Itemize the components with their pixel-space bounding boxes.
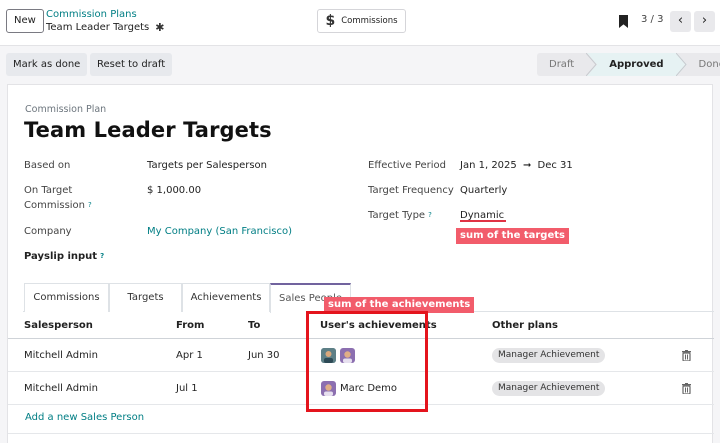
trash-icon[interactable] bbox=[682, 350, 691, 361]
effective-from-value[interactable]: Jan 1, 2025 bbox=[460, 160, 517, 171]
new-button[interactable]: New bbox=[6, 9, 44, 33]
cell-from: Apr 1 bbox=[176, 350, 203, 361]
target-frequency-value[interactable]: Quarterly bbox=[460, 183, 507, 198]
target-frequency-label: Target Frequency bbox=[368, 185, 454, 196]
action-bar: Mark as done Reset to draft Draft Approv… bbox=[0, 46, 720, 84]
record-overline: Commission Plan bbox=[25, 104, 107, 115]
target-type-highlight bbox=[460, 220, 506, 222]
cell-salesperson: Mitchell Admin bbox=[24, 383, 98, 394]
cell-salesperson: Mitchell Admin bbox=[24, 350, 98, 361]
effective-period-value[interactable]: Jan 1, 2025 ➞ Dec 31 bbox=[460, 158, 573, 173]
pager-next-button[interactable]: › bbox=[694, 11, 715, 32]
status-bar: Draft Approved Done bbox=[537, 53, 720, 76]
tab-targets[interactable]: Targets bbox=[109, 283, 182, 312]
based-on-label: Based on bbox=[24, 160, 71, 171]
column-from[interactable]: From bbox=[176, 313, 204, 339]
trash-icon[interactable] bbox=[682, 383, 691, 394]
commissions-smart-button[interactable]: $ Commissions bbox=[317, 9, 406, 33]
tab-commissions[interactable]: Commissions bbox=[24, 283, 109, 312]
payslip-input-label-text: Payslip input bbox=[24, 251, 98, 262]
target-type-label: Target Type? bbox=[368, 208, 432, 223]
column-salesperson[interactable]: Salesperson bbox=[24, 313, 93, 339]
on-target-label-line2: Commission bbox=[24, 200, 86, 211]
status-approved[interactable]: Approved bbox=[597, 53, 676, 76]
on-target-label-line1: On Target bbox=[24, 185, 73, 196]
target-type-label-text: Target Type bbox=[368, 210, 426, 221]
page-title[interactable]: Team Leader Targets bbox=[24, 118, 272, 142]
help-icon[interactable]: ? bbox=[428, 211, 432, 219]
status-draft[interactable]: Draft bbox=[537, 53, 587, 76]
status-separator bbox=[675, 53, 687, 76]
effective-period-label: Effective Period bbox=[368, 160, 446, 171]
achievements-highlight-box bbox=[306, 311, 428, 412]
annotation-targets: sum of the targets bbox=[456, 228, 569, 244]
gear-icon[interactable]: ✱ bbox=[155, 21, 164, 34]
bookmark-icon[interactable] bbox=[619, 15, 628, 28]
payslip-input-label: Payslip input? bbox=[24, 249, 104, 264]
commissions-smart-button-label: Commissions bbox=[341, 16, 398, 26]
column-to[interactable]: To bbox=[248, 313, 260, 339]
other-plan-tag[interactable]: Manager Achievement bbox=[492, 381, 606, 396]
help-icon[interactable]: ? bbox=[88, 201, 92, 209]
arrow-right-icon: ➞ bbox=[522, 160, 532, 171]
on-target-label: On Target Commission? bbox=[24, 183, 92, 213]
control-panel: New Commission Plans Team Leader Targets… bbox=[0, 0, 720, 46]
breadcrumb-current-label: Team Leader Targets bbox=[46, 22, 150, 33]
pager-value[interactable]: 3 / 3 bbox=[641, 14, 663, 25]
help-icon[interactable]: ? bbox=[100, 252, 104, 260]
on-target-value[interactable]: $ 1,000.00 bbox=[147, 183, 201, 198]
reset-to-draft-button[interactable]: Reset to draft bbox=[90, 53, 173, 76]
add-sales-person-link[interactable]: Add a new Sales Person bbox=[25, 412, 144, 423]
chevron-left-icon: ‹ bbox=[677, 13, 684, 28]
cell-to: Jun 30 bbox=[248, 350, 280, 361]
dollar-icon: $ bbox=[325, 13, 336, 29]
column-other-plans[interactable]: Other plans bbox=[492, 313, 558, 339]
chevron-right-icon: › bbox=[701, 13, 708, 28]
effective-to-value[interactable]: Dec 31 bbox=[538, 160, 573, 171]
based-on-value[interactable]: Targets per Salesperson bbox=[147, 158, 267, 173]
company-value[interactable]: My Company (San Francisco) bbox=[147, 224, 292, 239]
status-separator bbox=[586, 53, 598, 76]
cell-from: Jul 1 bbox=[176, 383, 198, 394]
other-plan-tag[interactable]: Manager Achievement bbox=[492, 348, 606, 363]
breadcrumb-parent-link[interactable]: Commission Plans bbox=[46, 9, 137, 21]
breadcrumb-current: Team Leader Targets ✱ bbox=[46, 21, 164, 34]
mark-as-done-button[interactable]: Mark as done bbox=[6, 53, 88, 76]
company-label: Company bbox=[24, 226, 72, 237]
status-done[interactable]: Done bbox=[686, 53, 720, 76]
pager-previous-button[interactable]: ‹ bbox=[670, 11, 691, 32]
table-footer-divider bbox=[8, 433, 714, 434]
tab-achievements[interactable]: Achievements bbox=[182, 283, 270, 312]
